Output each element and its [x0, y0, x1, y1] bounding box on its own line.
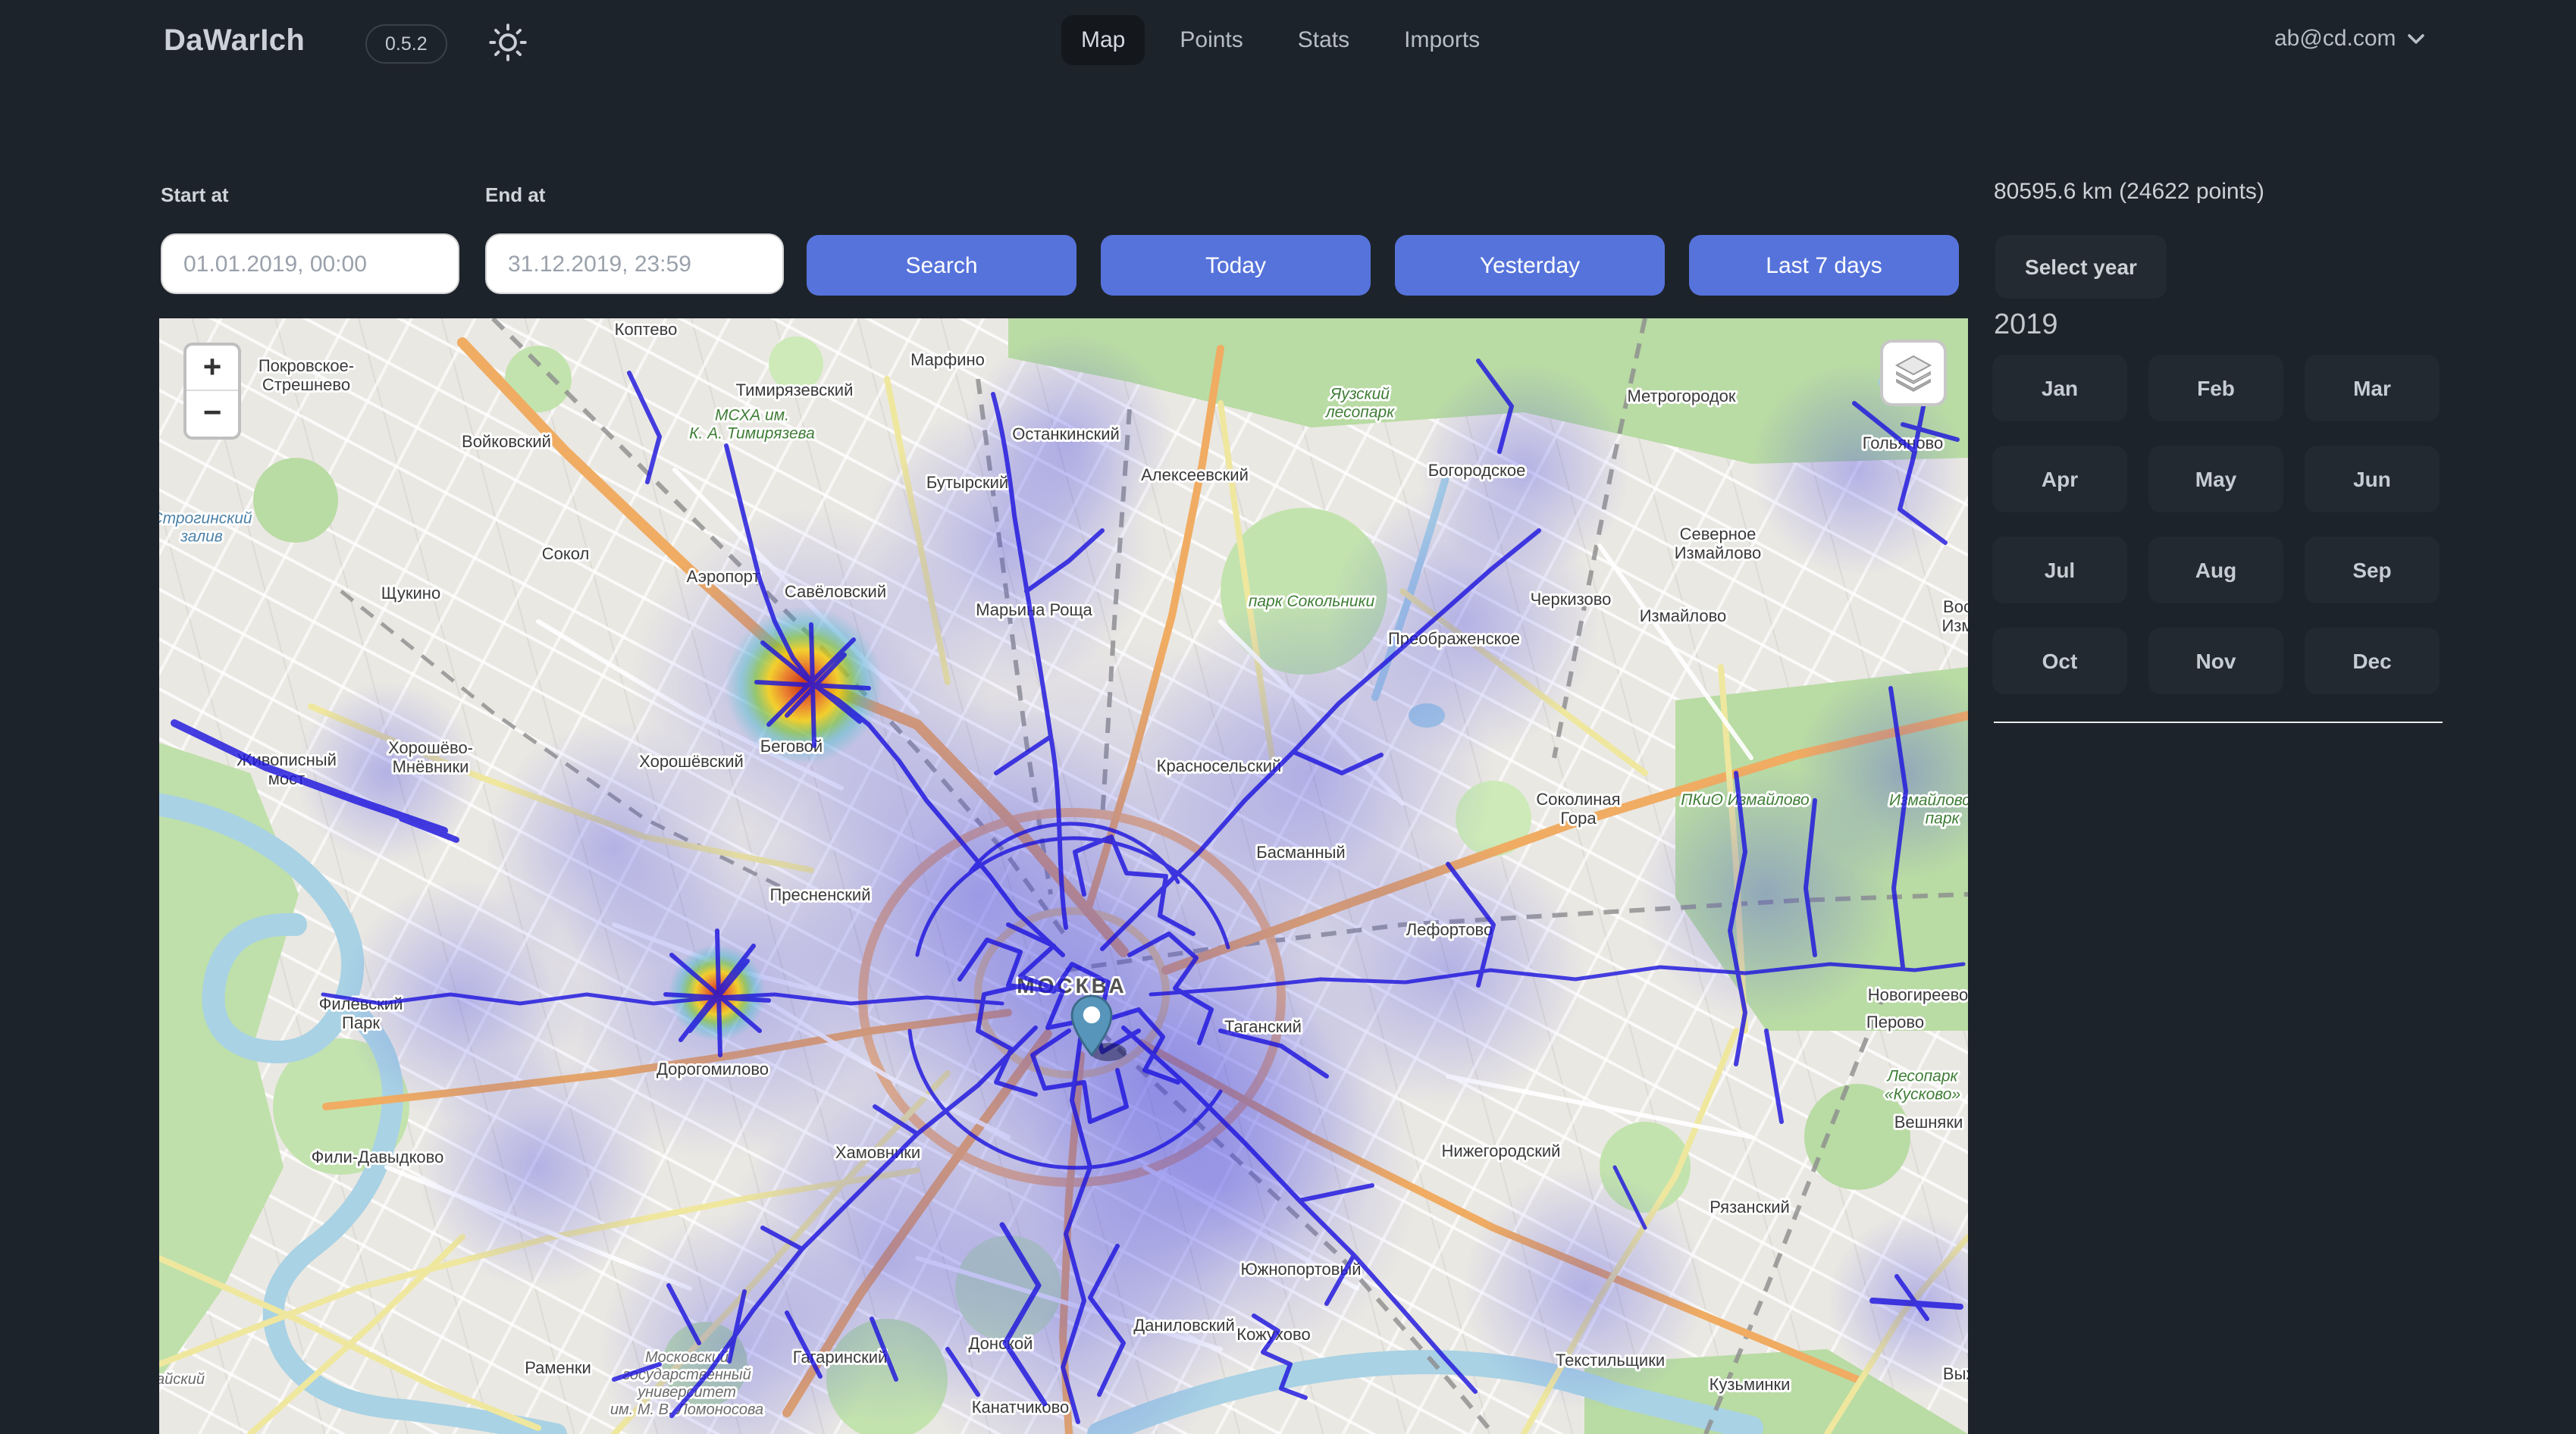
end-at-label: End at — [485, 183, 545, 206]
layers-icon — [1894, 353, 1933, 393]
version-badge: 0.5.2 — [365, 24, 447, 64]
map-label: Хорошёвский — [639, 752, 744, 771]
map-label: Раменки — [525, 1358, 591, 1377]
zoom-in-button[interactable]: + — [186, 346, 238, 391]
map-label: Басманный — [1256, 843, 1345, 862]
zoom-out-button[interactable]: − — [186, 391, 238, 437]
month-button-feb[interactable]: Feb — [2148, 355, 2283, 421]
zoom-control: + − — [183, 343, 241, 440]
tab-points[interactable]: Points — [1160, 15, 1262, 65]
map-label: Рязанский — [1709, 1198, 1790, 1216]
yesterday-button[interactable]: Yesterday — [1395, 235, 1665, 296]
user-email: ab@cd.com — [2274, 26, 2396, 52]
end-at-input[interactable] — [485, 233, 784, 294]
map-label: Текстильщики — [1556, 1351, 1665, 1370]
theme-toggle-button[interactable] — [488, 23, 528, 62]
map-label: Строгинскийзалив — [159, 509, 252, 545]
map-label: Вешняки — [1894, 1113, 1963, 1132]
map-label: Тимирязевский — [736, 380, 854, 399]
app-root: DaWarIch 0.5.2 Map Points Stats Imports ab@… — [0, 0, 2576, 1434]
layers-control[interactable] — [1880, 340, 1947, 406]
map-label: айский — [159, 1371, 205, 1388]
month-button-apr[interactable]: Apr — [1992, 446, 2127, 512]
map-label: Сокол — [542, 544, 590, 563]
select-year-button[interactable]: Select year — [1995, 235, 2167, 299]
map-label: Покровское-Стрешнево — [259, 356, 354, 394]
map-label: Донской — [969, 1334, 1033, 1353]
today-button[interactable]: Today — [1101, 235, 1371, 296]
map-label: Перово — [1866, 1013, 1924, 1032]
map-label: Кузьминки — [1709, 1375, 1791, 1394]
month-grid: Jan Feb Mar Apr May Jun Jul Aug Sep Oct Nov Dec — [1992, 355, 2440, 694]
map-label: парк Сокольники — [1249, 593, 1375, 610]
map-label: МСХА им.К. А. Тимирязева — [689, 406, 815, 442]
map-label: Пресненский — [769, 885, 870, 904]
map-label: Измайлово — [1640, 606, 1727, 625]
map-label: Коптево — [615, 320, 678, 339]
map-label: ВосИзм — [1941, 597, 1968, 635]
nav-tabs: Map Points Stats Imports — [1061, 15, 1500, 65]
map-label: Щукино — [381, 584, 440, 603]
map-label: Богородское — [1428, 461, 1526, 480]
map-label: Хорошёво-Мнёвники — [388, 738, 473, 776]
sun-icon — [488, 23, 528, 62]
map-label: Красносельский — [1157, 756, 1282, 775]
map-label: Нижегородский — [1442, 1141, 1561, 1160]
start-at-label: Start at — [161, 183, 229, 206]
search-button[interactable]: Search — [807, 235, 1076, 296]
month-button-aug[interactable]: Aug — [2148, 537, 2283, 603]
map-label: ПКиО Измайлово — [1681, 791, 1810, 809]
month-button-may[interactable]: May — [2148, 446, 2283, 512]
map-label: Фили-Давыдково — [312, 1148, 444, 1166]
year-heading: 2019 — [1994, 309, 2058, 343]
chevron-down-icon — [2407, 29, 2427, 49]
map-label: СеверноеИзмайлово — [1675, 524, 1762, 562]
map-label: Яузскийлесопарк — [1325, 385, 1395, 421]
map-label: Метрогородок — [1627, 387, 1735, 405]
month-button-mar[interactable]: Mar — [2305, 355, 2440, 421]
map-canvas[interactable]: Покровское-Стрешнево Коптево Тимирязевский… — [159, 318, 1968, 1434]
map-label: Марфино — [910, 350, 985, 369]
map-label: Новогиреево — [1868, 985, 1968, 1004]
tab-map[interactable]: Map — [1061, 15, 1145, 65]
distance-stats: 80595.6 km (24622 points) — [1994, 179, 2264, 205]
tab-imports[interactable]: Imports — [1384, 15, 1500, 65]
map-label: Останкинский — [1012, 424, 1120, 443]
sidebar-divider — [1994, 722, 2443, 723]
map-label: Марьина Роща — [976, 600, 1092, 619]
map-label: МОСКВА — [1017, 974, 1127, 997]
map-render: Покровское-Стрешнево Коптево Тимирязевский… — [159, 318, 1968, 1434]
map-label: Выхино — [1943, 1364, 1968, 1383]
month-button-jan[interactable]: Jan — [1992, 355, 2127, 421]
map-label: Войковский — [462, 432, 551, 451]
month-button-dec[interactable]: Dec — [2305, 628, 2440, 694]
track-haze — [296, 333, 1968, 1434]
map-label: Даниловский — [1133, 1316, 1235, 1335]
map-label: Дорогомилово — [657, 1060, 769, 1079]
user-menu[interactable]: ab@cd.com — [2274, 26, 2427, 52]
app-logo: DaWarIch — [164, 24, 305, 59]
start-at-input[interactable] — [161, 233, 459, 294]
map-label: Канатчиково — [972, 1398, 1070, 1417]
map-label: Алексеевский — [1141, 465, 1249, 484]
last-7-days-button[interactable]: Last 7 days — [1689, 235, 1959, 296]
map-label: Черкизово — [1531, 590, 1612, 609]
map-label: Бутырский — [926, 473, 1008, 492]
map-label: Савёловский — [785, 582, 886, 601]
month-button-oct[interactable]: Oct — [1992, 628, 2127, 694]
month-button-jul[interactable]: Jul — [1992, 537, 2127, 603]
map-label: Лефортово — [1406, 920, 1493, 939]
month-button-jun[interactable]: Jun — [2305, 446, 2440, 512]
tab-stats[interactable]: Stats — [1278, 15, 1369, 65]
map-label: Лесопарк«Кусково» — [1885, 1067, 1960, 1103]
month-button-sep[interactable]: Sep — [2305, 537, 2440, 603]
map-label: Аэропорт — [687, 567, 760, 586]
month-button-nov[interactable]: Nov — [2148, 628, 2283, 694]
